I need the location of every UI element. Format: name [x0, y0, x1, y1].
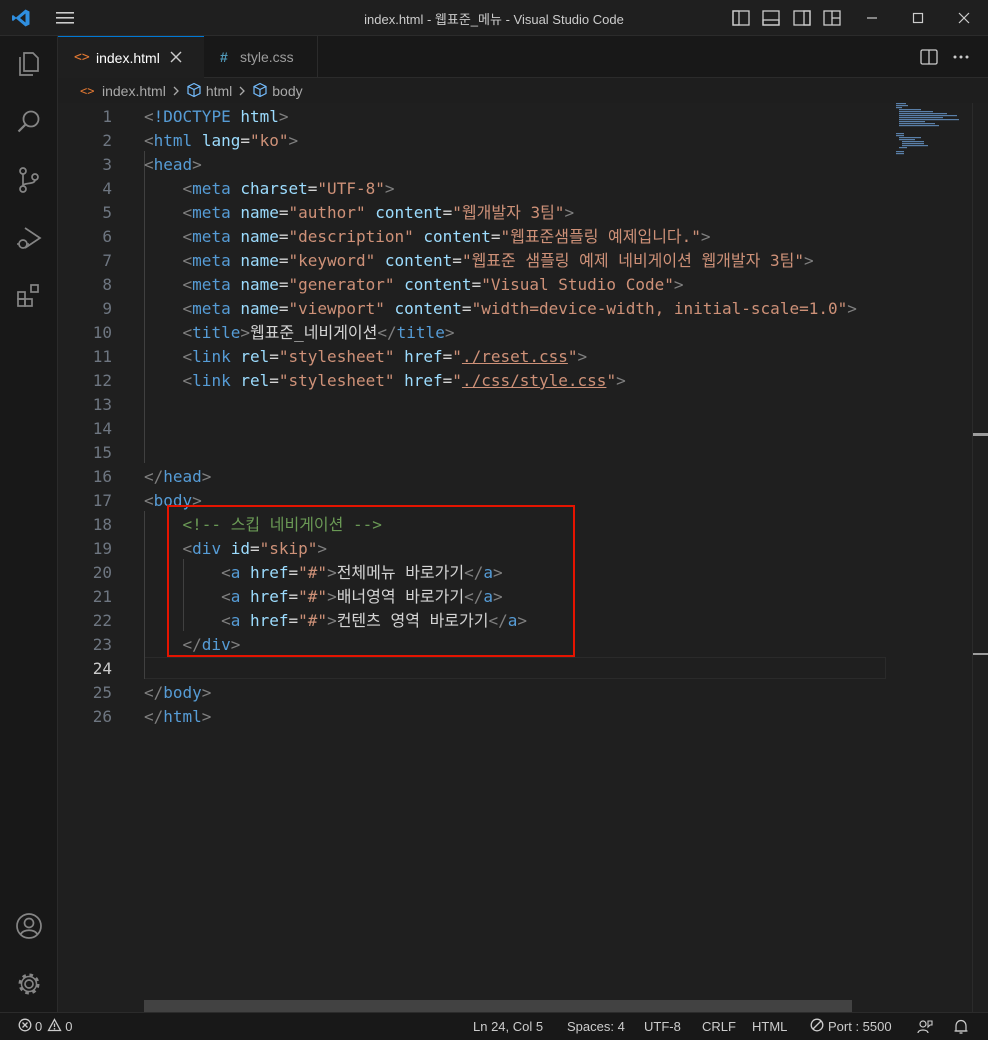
block-icon [810, 1018, 824, 1035]
search-icon[interactable] [0, 98, 58, 146]
tab-label: style.css [240, 49, 294, 65]
breadcrumb: <> index.html html body [58, 79, 988, 103]
code-line: 25 </body> [92, 683, 212, 702]
error-icon [18, 1018, 32, 1035]
code-line: 26 </html> [92, 707, 212, 726]
maximize-icon[interactable] [906, 6, 930, 30]
indentation[interactable]: Spaces: 4 [567, 1013, 625, 1040]
code-line: 13 [92, 395, 112, 414]
vertical-scrollbar[interactable] [972, 103, 988, 1012]
live-server-port[interactable]: Port : 5500 [810, 1013, 892, 1040]
language-mode[interactable]: HTML [752, 1013, 787, 1040]
chevron-right-icon [238, 83, 246, 99]
customize-layout-icon[interactable] [821, 6, 843, 30]
code-line: 11 <link rel="stylesheet" href="./reset.… [92, 347, 588, 366]
breadcrumb-html[interactable]: html [206, 83, 232, 99]
extensions-icon[interactable] [0, 272, 58, 320]
code-line: 15 [92, 443, 112, 462]
error-count: 0 [35, 1019, 43, 1034]
html-file-icon: <> [80, 84, 95, 98]
code-line: 5 <meta name="author" content="웹개발자 3팀"> [102, 203, 575, 222]
accounts-icon[interactable] [0, 902, 58, 950]
end-of-line[interactable]: CRLF [702, 1013, 736, 1040]
code-line: 3 <head> [102, 155, 202, 174]
activity-bar [0, 36, 58, 1012]
problems-status[interactable]: 0 0 [18, 1013, 72, 1040]
chevron-right-icon [172, 83, 180, 99]
tab-style-css[interactable]: # style.css [204, 36, 318, 78]
code-line: 8 <meta name="generator" content="Visual… [102, 275, 684, 294]
css-file-icon: # [220, 49, 228, 65]
code-line: 9 <meta name="viewport" content="width=d… [102, 299, 857, 318]
breadcrumb-file[interactable]: index.html [102, 83, 166, 99]
code-line: 6 <meta name="description" content="웹표준샘… [102, 227, 711, 246]
scroll-position-marker [973, 433, 988, 436]
element-cube-icon [186, 82, 202, 101]
code-line: 12 <link rel="stylesheet" href="./css/st… [92, 371, 626, 390]
close-tab-icon[interactable] [170, 50, 182, 66]
code-line: 14 [92, 419, 112, 438]
code-line: 1 <!DOCTYPE html> [102, 107, 289, 126]
code-editor[interactable]: 1 <!DOCTYPE html> 2 <html lang="ko"> 3 <hea… [58, 103, 988, 1012]
explorer-icon[interactable] [0, 40, 58, 88]
cursor-position-marker [973, 653, 988, 655]
code-line-current: 24 [92, 659, 112, 678]
run-debug-icon[interactable] [0, 214, 58, 262]
toggle-panel-icon[interactable] [760, 6, 782, 30]
element-cube-icon [252, 82, 268, 101]
source-control-icon[interactable] [0, 156, 58, 204]
breadcrumb-body[interactable]: body [272, 83, 302, 99]
tab-label: index.html [96, 49, 160, 66]
settings-gear-icon[interactable] [0, 960, 58, 1008]
title-bar: index.html - 웹표준_메뉴 - Visual Studio Code [0, 0, 988, 36]
tab-index-html[interactable]: <> index.html [58, 36, 204, 78]
warning-icon [47, 1018, 62, 1035]
minimize-icon[interactable] [860, 6, 884, 30]
port-label: Port : 5500 [828, 1019, 892, 1034]
horizontal-scrollbar[interactable] [144, 1000, 852, 1012]
status-bar: 0 0 Ln 24, Col 5 Spaces: 4 UTF-8 CRLF HT… [0, 1012, 988, 1040]
more-actions-icon[interactable] [950, 45, 972, 69]
toggle-secondary-sidebar-icon[interactable] [791, 6, 813, 30]
html-file-icon: <> [74, 50, 90, 65]
notifications-bell-icon[interactable] [954, 1013, 968, 1040]
code-line: 4 <meta charset="UTF-8"> [102, 179, 395, 198]
highlight-annotation-box [167, 505, 575, 657]
code-line: 7 <meta name="keyword" content="웹표준 샘플링 … [102, 251, 814, 270]
warning-count: 0 [65, 1019, 73, 1034]
cursor-position[interactable]: Ln 24, Col 5 [473, 1013, 543, 1040]
minimap[interactable] [886, 103, 972, 1012]
close-icon[interactable] [952, 6, 976, 30]
editor-tab-bar: <> index.html # style.css [58, 36, 988, 78]
split-editor-icon[interactable] [918, 45, 940, 69]
code-line: 2 <html lang="ko"> [102, 131, 299, 150]
encoding[interactable]: UTF-8 [644, 1013, 681, 1040]
code-line: 16 </head> [92, 467, 212, 486]
toggle-primary-sidebar-icon[interactable] [730, 6, 752, 30]
feedback-icon[interactable] [917, 1013, 933, 1040]
code-line: 10 <title>웹표준_네비게이션</title> [92, 323, 455, 342]
